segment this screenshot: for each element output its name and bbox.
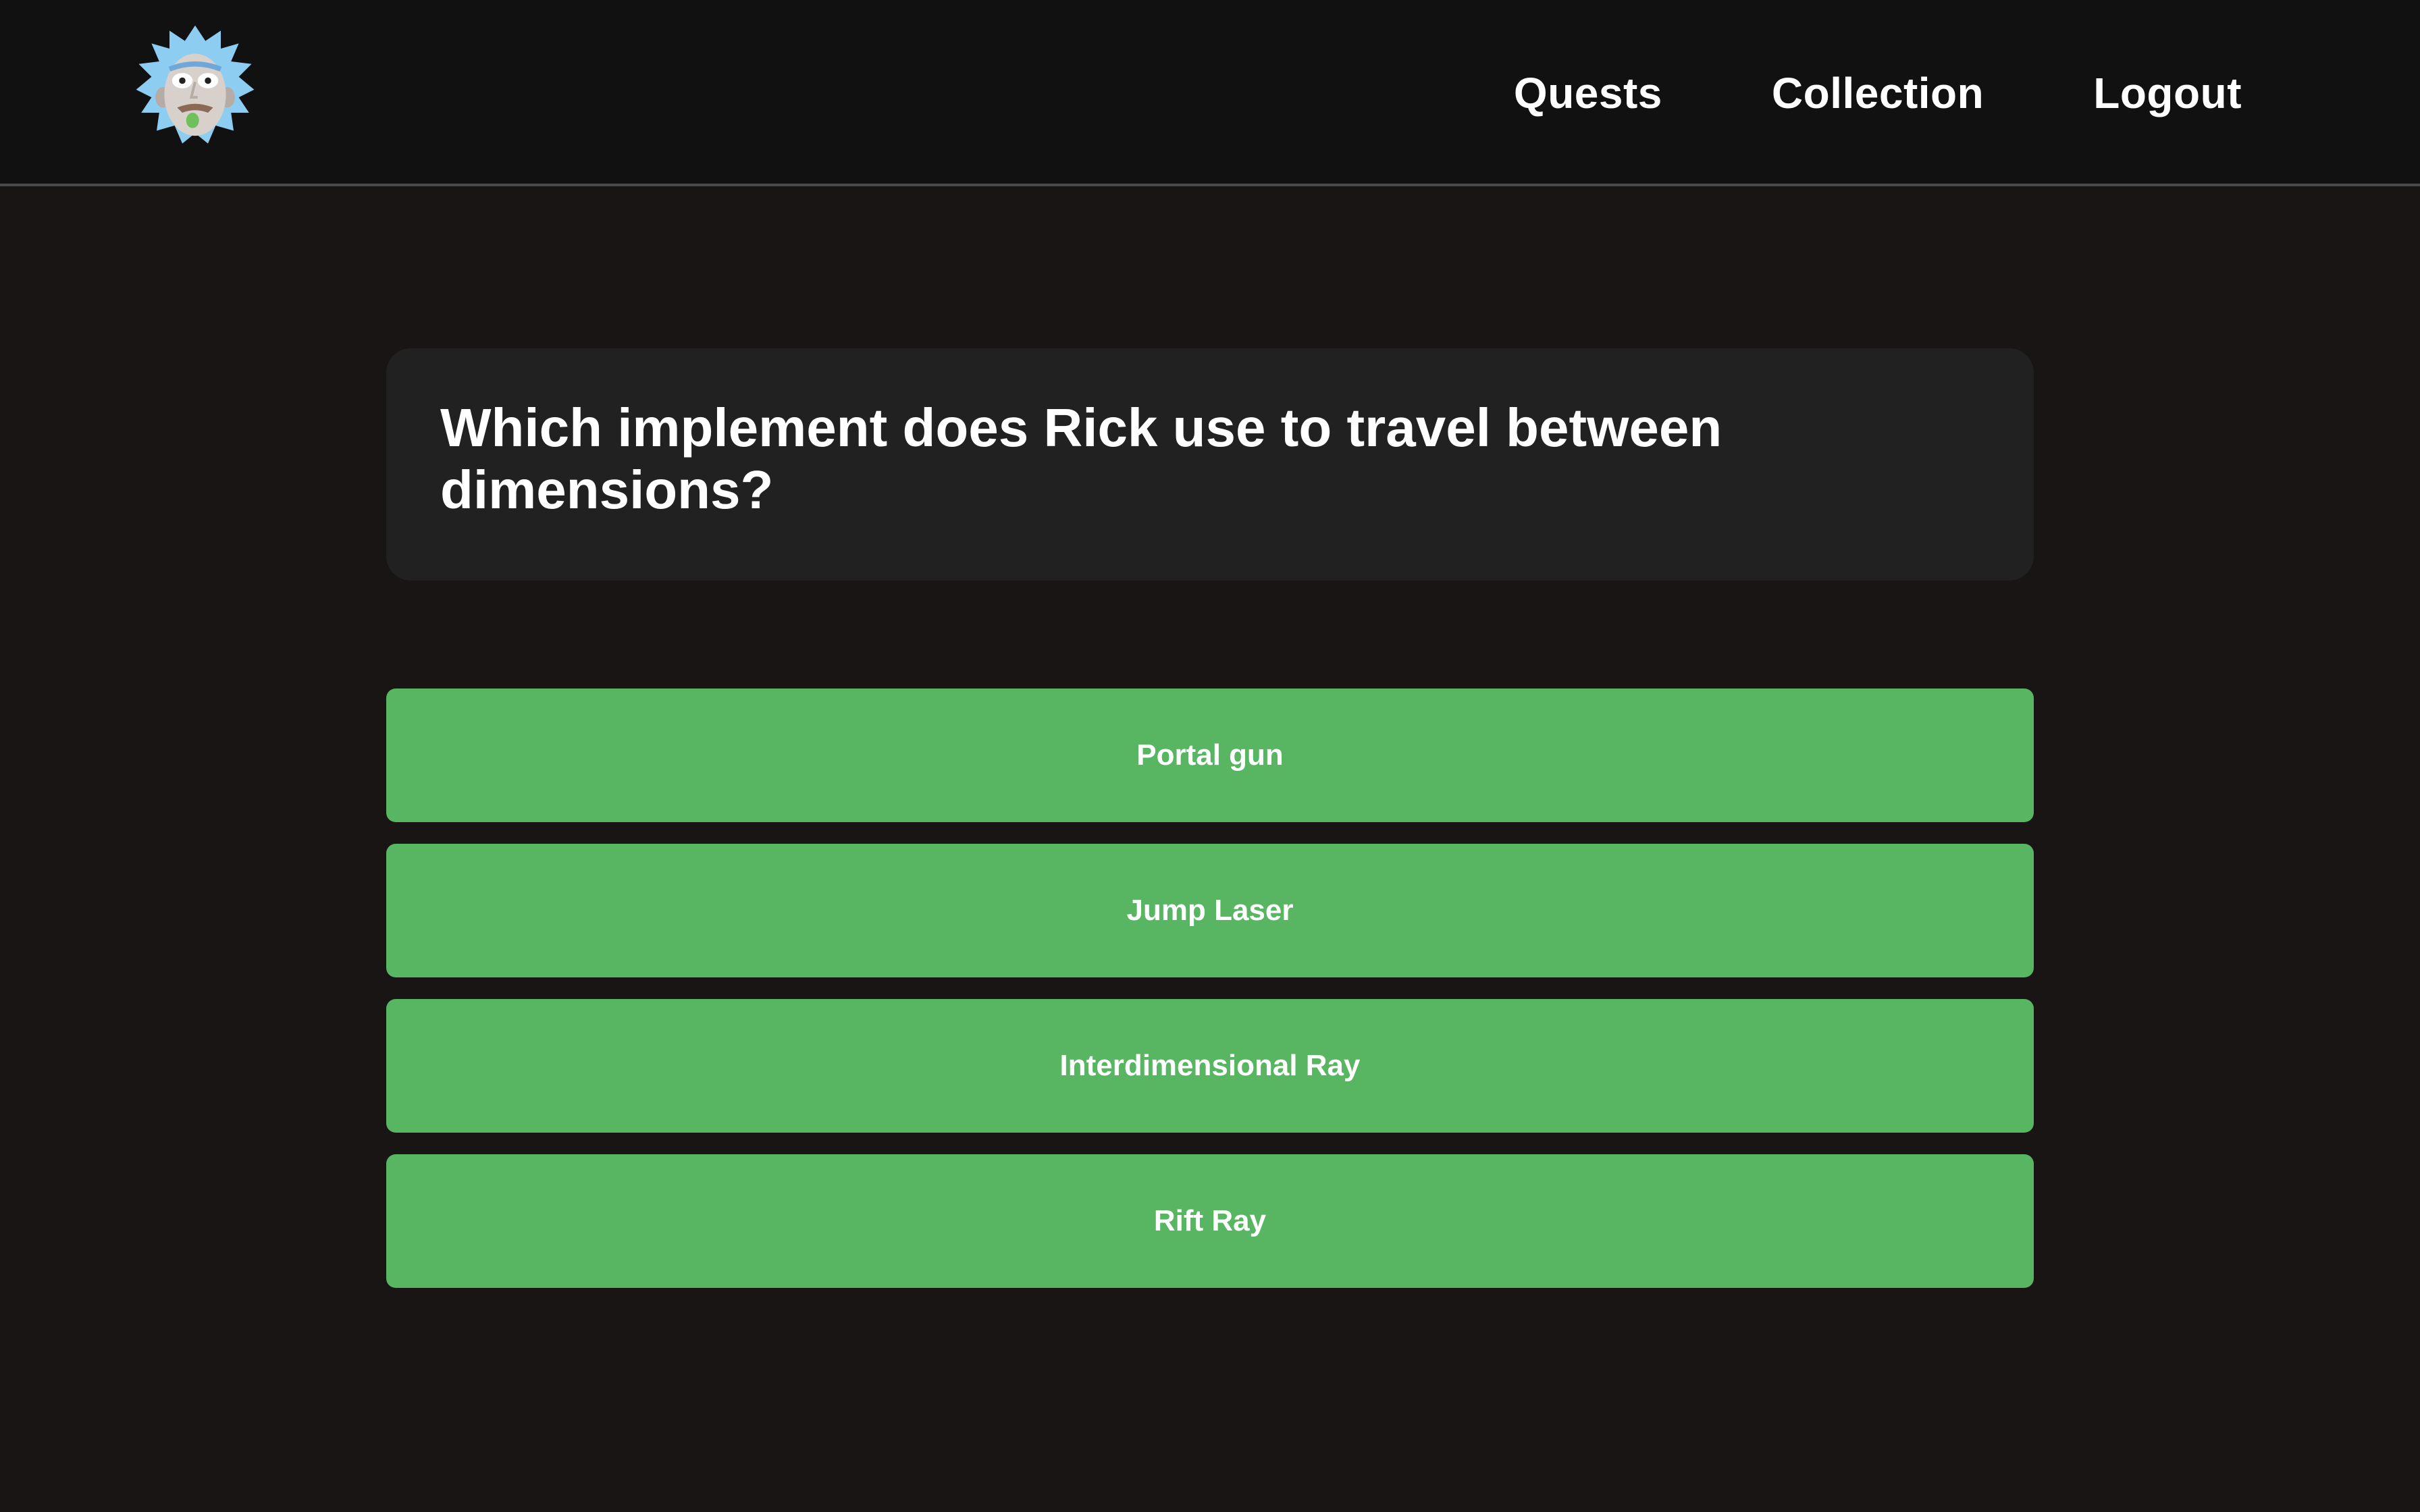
answer-button-jump-laser[interactable]: Jump Laser bbox=[386, 844, 2034, 977]
rick-face-icon bbox=[136, 25, 255, 144]
answer-button-portal-gun[interactable]: Portal gun bbox=[386, 688, 2034, 822]
question-card: Which implement does Rick use to travel … bbox=[386, 348, 2034, 580]
answer-button-rift-ray[interactable]: Rift Ray bbox=[386, 1154, 2034, 1288]
answer-button-interdimensional-ray[interactable]: Interdimensional Ray bbox=[386, 999, 2034, 1133]
nav-quests-link[interactable]: Quests bbox=[1514, 68, 1662, 118]
nav-links: Quests Collection Logout bbox=[1514, 0, 2242, 186]
rick-logo-icon[interactable] bbox=[131, 23, 259, 151]
nav-collection-link[interactable]: Collection bbox=[1772, 68, 1984, 118]
answer-list: Portal gun Jump Laser Interdimensional R… bbox=[386, 688, 2034, 1310]
nav-logout-link[interactable]: Logout bbox=[2093, 68, 2242, 118]
question-text: Which implement does Rick use to travel … bbox=[440, 398, 1722, 520]
top-navbar: Quests Collection Logout bbox=[0, 0, 2420, 186]
